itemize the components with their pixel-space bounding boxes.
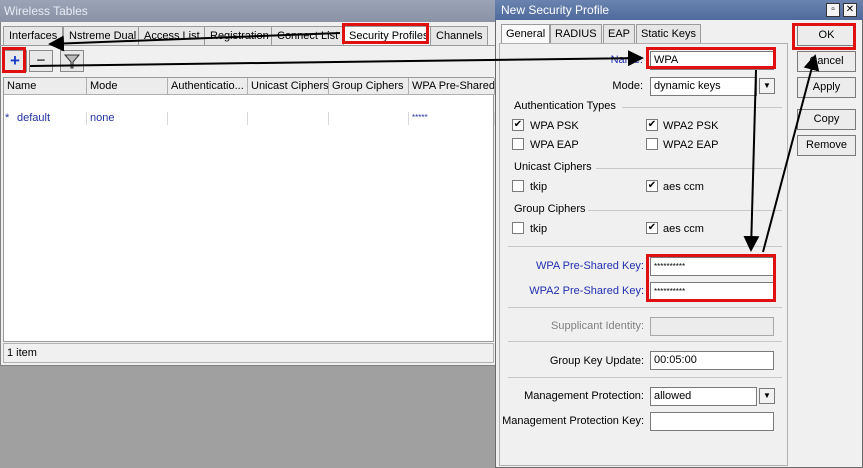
arrow-to-name-field <box>29 50 644 67</box>
arrow-to-ok-button <box>762 54 820 253</box>
arrow-to-security-profiles <box>48 32 341 52</box>
annotation-arrows <box>29 32 820 253</box>
arrow-to-key-fields <box>743 69 760 252</box>
